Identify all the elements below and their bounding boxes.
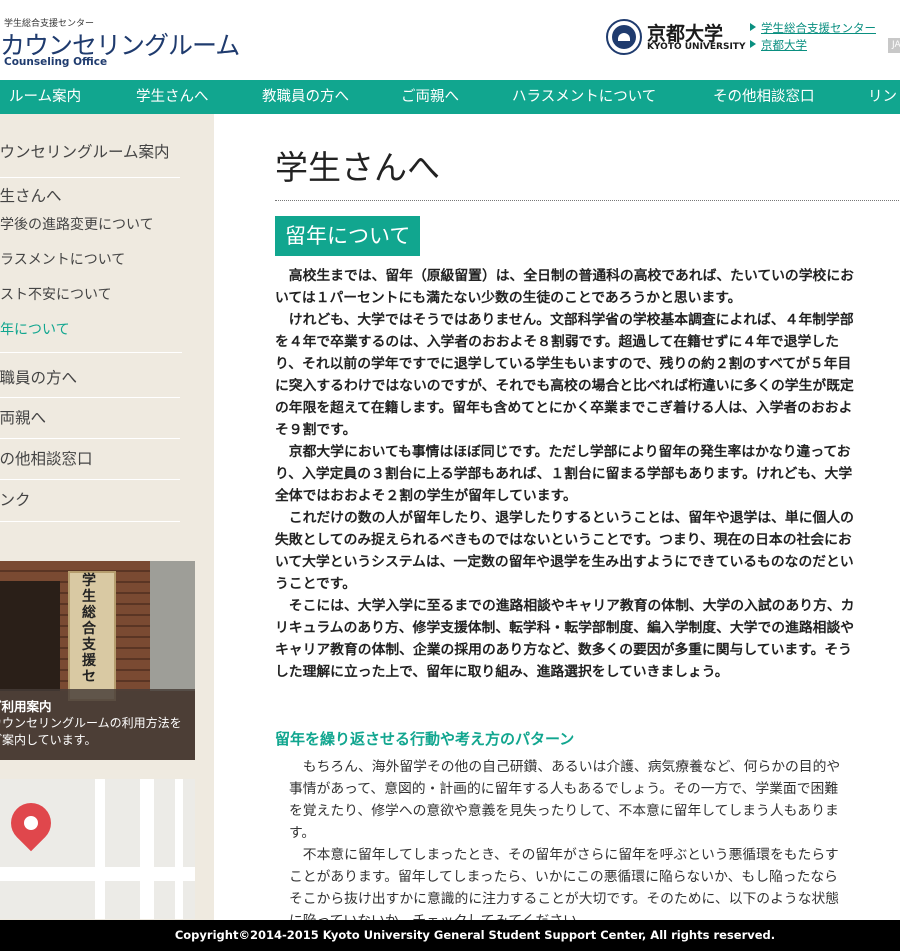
- sidebar-item-repeating-year[interactable]: 留年について: [0, 319, 182, 353]
- site-header: 学生総合支援センター カウンセリングルーム Counseling Office …: [0, 0, 900, 80]
- title-divider: [275, 200, 900, 201]
- paragraph: けれども、大学ではそうではありません。文部科学省の学校基本調査によれば、４年制学…: [275, 312, 854, 438]
- paragraph: これだけの数の人が留年したり、退学したりするということは、留年や退学は、単に個人…: [275, 510, 854, 592]
- banner-pillar: [150, 561, 195, 691]
- nav-item-parents[interactable]: ご両親へ: [401, 80, 459, 114]
- kyoto-university-emblem-icon[interactable]: [606, 19, 642, 55]
- map-road: [95, 779, 105, 919]
- triangle-right-icon: [750, 23, 756, 31]
- sidebar-item-test-anxiety[interactable]: テスト不安について: [0, 284, 182, 314]
- paragraph: 京都大学においても事情はほぼ同じです。ただし学部により留年の発生率はかなり違って…: [275, 444, 853, 504]
- subheading: 留年を繰り返させる行動や考え方のパターン: [275, 730, 575, 748]
- sidebar-item-students[interactable]: 学生さんへ: [0, 184, 180, 208]
- main-content: 学生さんへ 留年について 高校生までは、留年（原級留置）は、全日制の普通科の高校…: [214, 114, 900, 920]
- paragraph: 高校生までは、留年（原級留置）は、全日制の普通科の高校であれば、たいていの学校に…: [275, 268, 854, 306]
- banner-title: ご利用案内: [0, 699, 52, 714]
- global-navigation: ルーム案内 学生さんへ 教職員の方へ ご両親へ ハラスメントについて その他相談…: [0, 80, 900, 114]
- map-pin-icon: [2, 794, 60, 852]
- nav-item-students[interactable]: 学生さんへ: [136, 80, 209, 114]
- header-link-support-center[interactable]: 学生総合支援センター: [750, 20, 876, 36]
- site-logo-english: Counseling Office: [4, 56, 108, 68]
- access-map[interactable]: [0, 779, 195, 919]
- university-name-english: KYOTO UNIVERSITY: [647, 42, 746, 52]
- banner-signboard: 学生総合支援セ: [68, 571, 116, 701]
- nav-item-room-guide[interactable]: ルーム案内: [9, 80, 81, 114]
- map-road: [175, 779, 183, 919]
- paragraph: そこには、大学入学に至るまでの進路相談やキャリア教育の体制、大学の入試のあり方、…: [275, 598, 855, 680]
- banner-description-line2: ご案内しています。: [0, 733, 97, 747]
- paragraph: 不本意に留年してしまったとき、その留年がさらに留年を呼ぶという悪循環をもたらすこ…: [289, 847, 840, 920]
- nav-item-other-consultation[interactable]: その他相談窓口: [713, 80, 815, 114]
- article-body: 高校生までは、留年（原級留置）は、全日制の普通科の高校であれば、たいていの学校に…: [275, 265, 855, 683]
- sidebar-item-other-consultation[interactable]: その他相談窓口: [0, 447, 180, 480]
- nav-item-faculty[interactable]: 教職員の方へ: [262, 80, 349, 114]
- article-body-2: もちろん、海外留学その他の自己研鑽、あるいは介護、病気療養など、何らかの目的や事…: [289, 756, 849, 920]
- page-title: 学生さんへ: [275, 148, 440, 187]
- sidebar-item-parents[interactable]: ご両親へ: [0, 406, 180, 439]
- section-title: 留年について: [275, 216, 421, 256]
- sidebar-item-course-change[interactable]: 入学後の進路変更について: [0, 214, 182, 244]
- banner-sign-text: 学生総合支援セ: [82, 573, 96, 685]
- paragraph: もちろん、海外留学その他の自己研鑽、あるいは介護、病気療養など、何らかの目的や事…: [289, 759, 841, 841]
- nav-item-harassment[interactable]: ハラスメントについて: [512, 80, 656, 114]
- sidebar: カウンセリングルーム案内 学生さんへ 入学後の進路変更について ハラスメントにつ…: [0, 114, 214, 951]
- sidebar-item-room-guide[interactable]: カウンセリングルーム案内: [0, 140, 180, 178]
- sidebar-item-harassment[interactable]: ハラスメントについて: [0, 249, 182, 279]
- footer-copyright: Copyright©2014-2015 Kyoto University Gen…: [0, 920, 900, 951]
- banner-description-line1: カウンセリングルームの利用方法を: [0, 716, 182, 730]
- sidebar-item-links[interactable]: リンク: [0, 488, 180, 522]
- nav-item-links[interactable]: リン: [868, 80, 897, 114]
- usage-guide-banner[interactable]: 学生総合支援セ ご利用案内 カウンセリングルームの利用方法を ご案内しています。: [0, 561, 195, 760]
- banner-doorway: [0, 581, 60, 691]
- language-button[interactable]: JA: [888, 38, 900, 53]
- banner-caption: ご利用案内 カウンセリングルームの利用方法を ご案内しています。: [0, 689, 195, 760]
- triangle-right-icon: [750, 40, 756, 48]
- header-link-kyoto-university[interactable]: 京都大学: [750, 37, 807, 53]
- sidebar-item-faculty[interactable]: 教職員の方へ: [0, 366, 180, 398]
- map-road: [140, 779, 154, 919]
